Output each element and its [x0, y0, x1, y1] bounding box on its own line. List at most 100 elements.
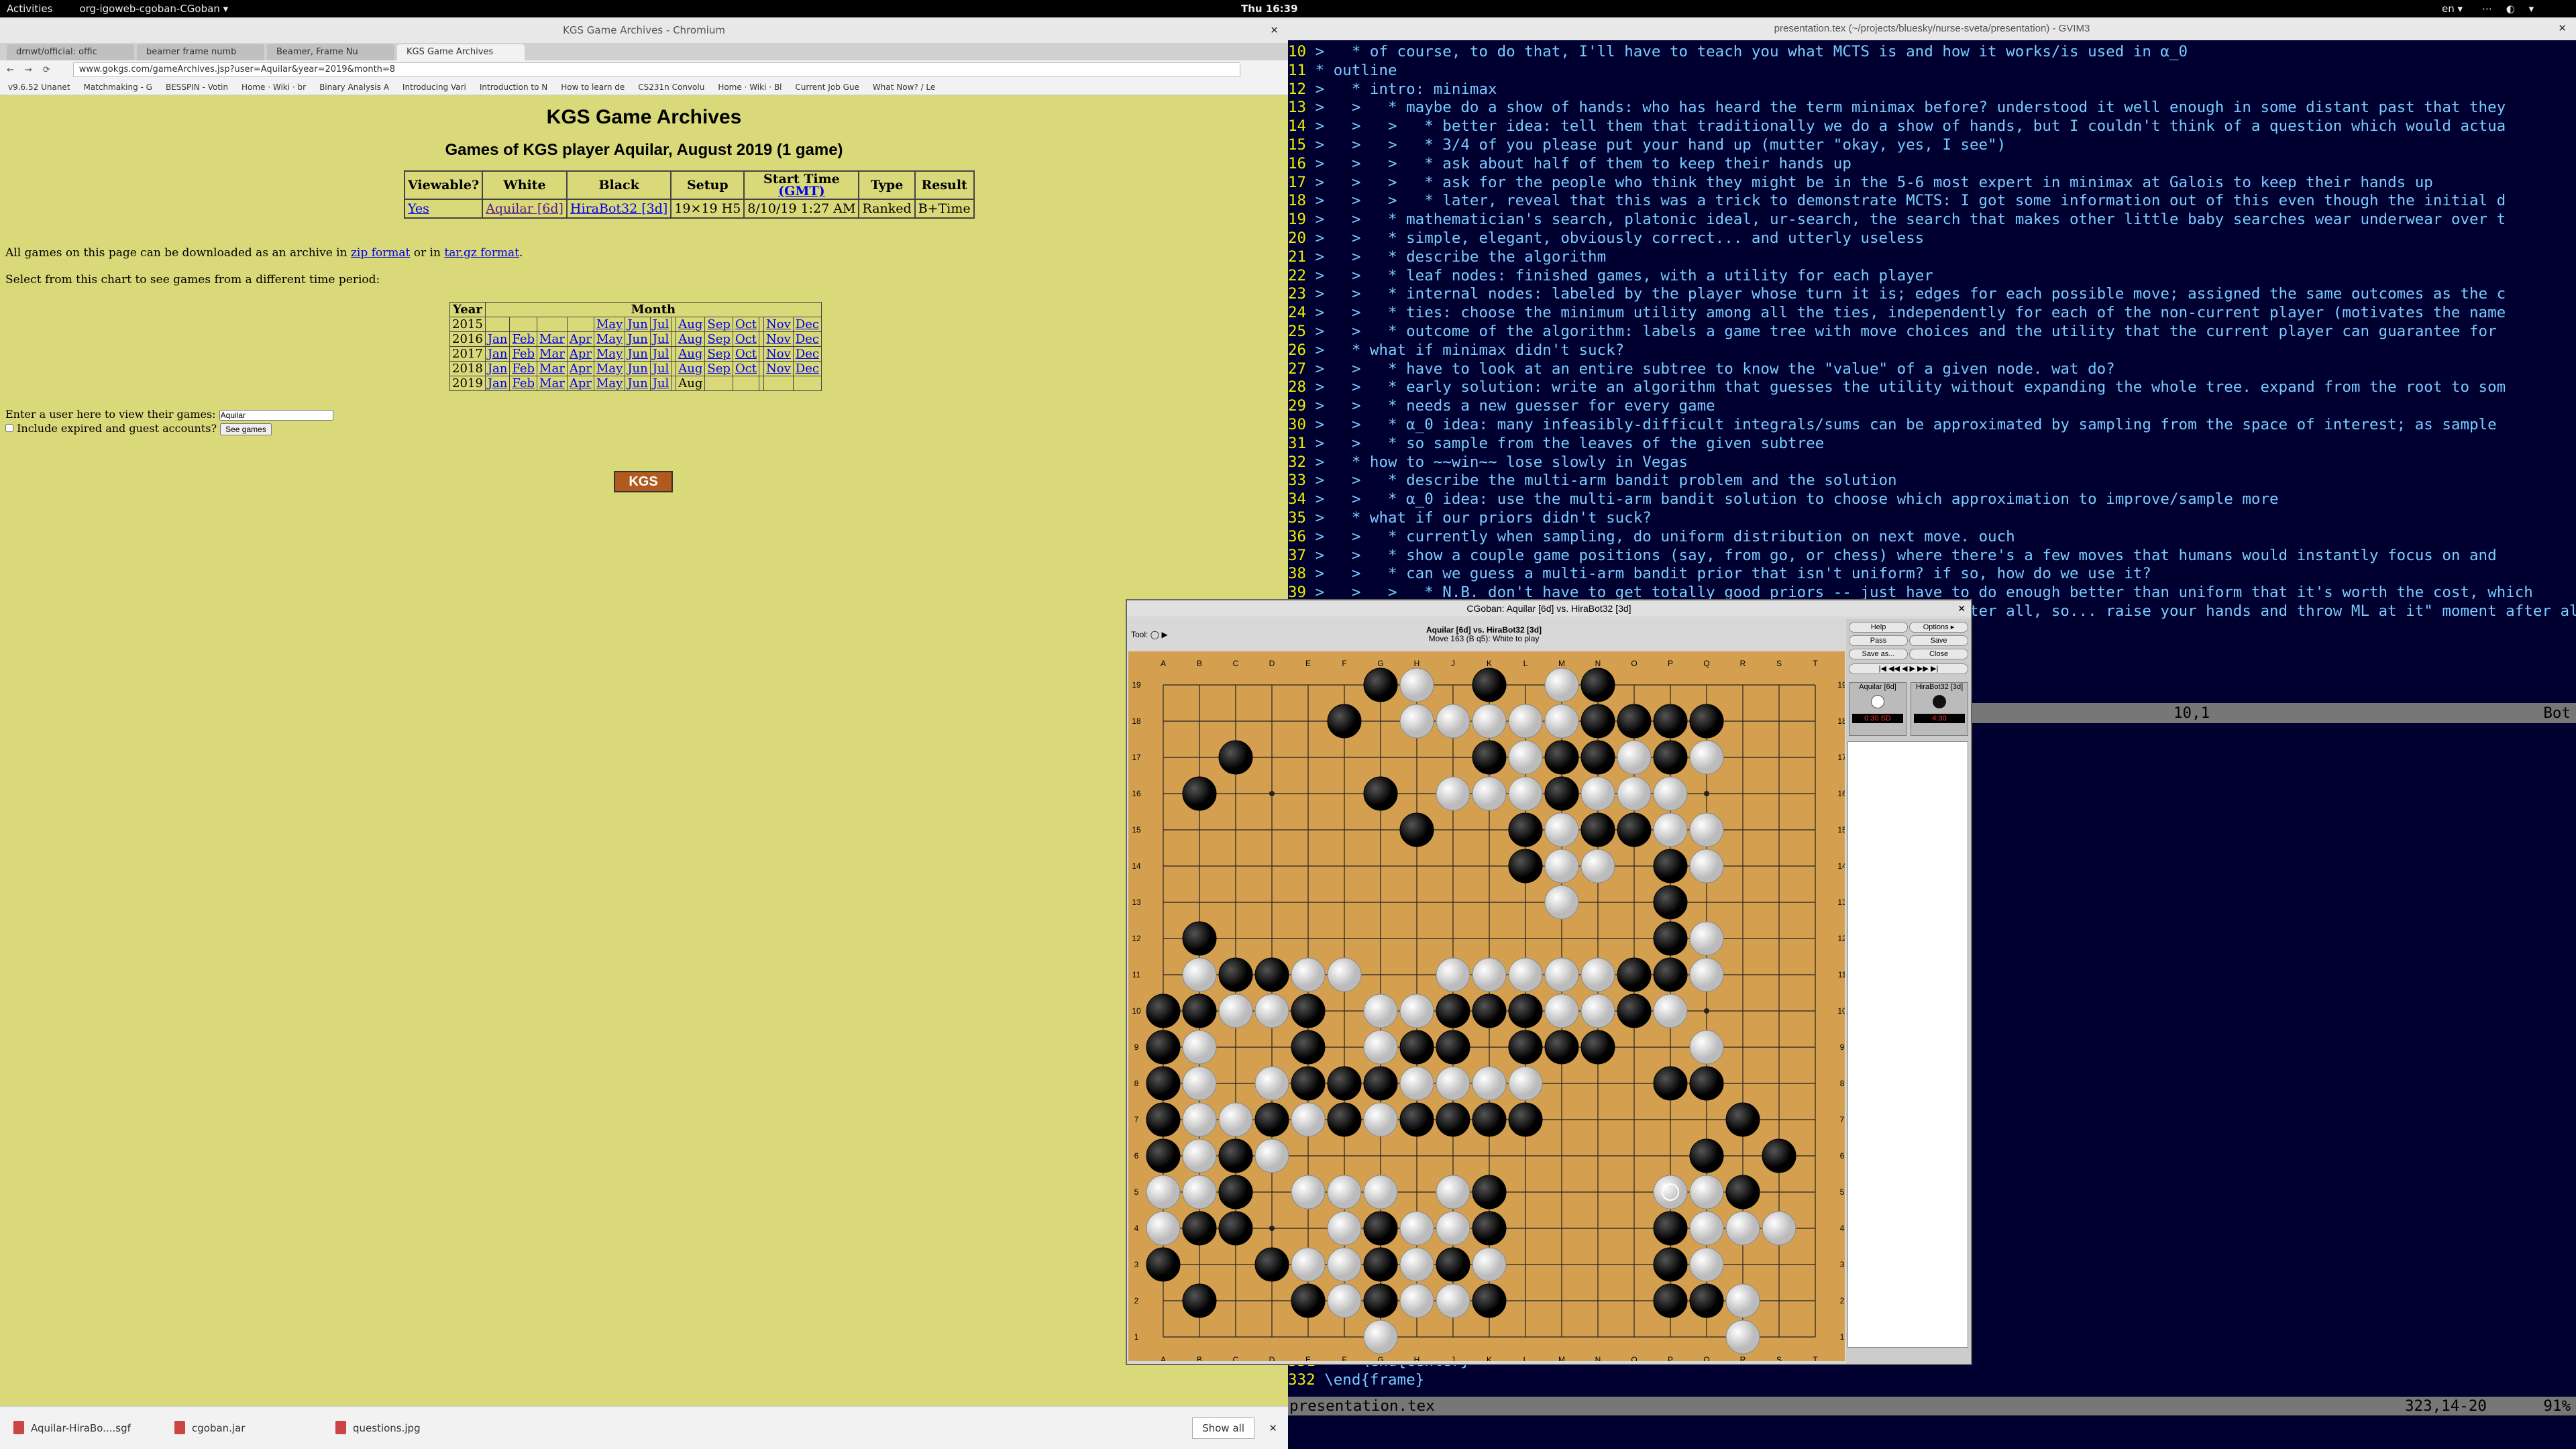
- white-stone[interactable]: [1291, 1247, 1326, 1282]
- black-stone[interactable]: [1508, 812, 1543, 847]
- black-stone[interactable]: [1653, 704, 1688, 739]
- white-stone[interactable]: [1617, 740, 1652, 775]
- white-stone[interactable]: [1146, 1175, 1181, 1210]
- black-stone[interactable]: [1291, 994, 1326, 1028]
- black-stone[interactable]: [1653, 885, 1688, 920]
- white-stone[interactable]: [1291, 1102, 1326, 1137]
- black-stone[interactable]: [1254, 1247, 1289, 1282]
- month-link[interactable]: Mar: [539, 332, 565, 346]
- white-stone[interactable]: [1472, 704, 1507, 739]
- tab-2[interactable]: beamer frame numb: [137, 44, 264, 60]
- month-link[interactable]: Apr: [570, 362, 592, 376]
- month-link[interactable]: Jan: [488, 347, 508, 361]
- bookmark-item[interactable]: Matchmaking - G: [84, 83, 152, 92]
- black-stone[interactable]: [1291, 1030, 1326, 1065]
- black-stone[interactable]: [1653, 740, 1688, 775]
- black-stone[interactable]: [1182, 1283, 1217, 1318]
- white-stone[interactable]: [1689, 812, 1724, 847]
- black-stone[interactable]: [1580, 704, 1615, 739]
- month-link[interactable]: Oct: [735, 362, 757, 376]
- white-stone[interactable]: [1689, 957, 1724, 992]
- bookmark-item[interactable]: v9.6.52 Unanet: [8, 83, 70, 92]
- white-stone[interactable]: [1363, 1320, 1398, 1354]
- black-stone[interactable]: [1218, 1138, 1253, 1173]
- month-link[interactable]: Aug: [678, 332, 702, 346]
- white-stone[interactable]: [1508, 957, 1543, 992]
- bookmark-item[interactable]: Introducing Vari: [402, 83, 466, 92]
- month-link[interactable]: May: [596, 362, 623, 376]
- black-stone[interactable]: [1653, 1283, 1688, 1318]
- black-stone[interactable]: [1689, 1283, 1724, 1318]
- bookmark-item[interactable]: Binary Analysis A: [319, 83, 389, 92]
- white-stone[interactable]: [1436, 776, 1470, 811]
- black-stone[interactable]: [1472, 1102, 1507, 1137]
- black-stone[interactable]: [1399, 1030, 1434, 1065]
- download-item[interactable]: questions.jpg: [335, 1420, 483, 1434]
- app-menu[interactable]: org-igoweb-cgoban-CGoban ▾: [79, 3, 228, 15]
- white-stone[interactable]: [1399, 1066, 1434, 1101]
- month-link[interactable]: Feb: [512, 347, 535, 361]
- black-stone[interactable]: [1580, 740, 1615, 775]
- close-icon[interactable]: ✕: [1270, 17, 1279, 43]
- bookmark-item[interactable]: What Now? / Le: [873, 83, 935, 92]
- black-stone[interactable]: [1399, 1102, 1434, 1137]
- month-link[interactable]: Jan: [488, 376, 508, 390]
- month-link[interactable]: Nov: [766, 347, 791, 361]
- month-link[interactable]: Apr: [570, 332, 592, 346]
- month-link[interactable]: Aug: [678, 317, 702, 331]
- url-bar[interactable]: www.gokgs.com/gameArchives.jsp?user=Aqui…: [72, 62, 1240, 77]
- month-link[interactable]: Sep: [707, 347, 731, 361]
- black-stone[interactable]: [1472, 667, 1507, 702]
- black-stone[interactable]: [1617, 957, 1652, 992]
- bookmark-item[interactable]: Introduction to N: [480, 83, 547, 92]
- white-stone[interactable]: [1725, 1283, 1760, 1318]
- bookmark-item[interactable]: How to learn de: [561, 83, 625, 92]
- clock[interactable]: Thu 16:39: [1241, 3, 1298, 15]
- white-stone[interactable]: [1146, 1211, 1181, 1246]
- white-stone[interactable]: [1544, 885, 1579, 920]
- month-link[interactable]: May: [596, 376, 623, 390]
- bookmark-item[interactable]: BESSPIN - Votin: [166, 83, 228, 92]
- white-stone[interactable]: [1725, 1320, 1760, 1354]
- black-stone[interactable]: [1146, 1138, 1181, 1173]
- include-checkbox[interactable]: [5, 424, 13, 432]
- black-stone[interactable]: [1472, 740, 1507, 775]
- white-stone[interactable]: [1436, 1211, 1470, 1246]
- black-stone[interactable]: [1254, 957, 1289, 992]
- kgs-logo[interactable]: KGS: [614, 471, 673, 492]
- white-stone[interactable]: [1436, 1283, 1470, 1318]
- white-stone[interactable]: [1327, 957, 1362, 992]
- white-stone[interactable]: [1544, 667, 1579, 702]
- month-link[interactable]: Jun: [627, 347, 647, 361]
- black-stone[interactable]: [1254, 1102, 1289, 1137]
- month-link[interactable]: Apr: [570, 376, 592, 390]
- black-stone[interactable]: [1291, 1066, 1326, 1101]
- white-stone[interactable]: [1653, 812, 1688, 847]
- month-link[interactable]: Jul: [653, 347, 669, 361]
- black-stone[interactable]: [1617, 704, 1652, 739]
- black-stone[interactable]: [1580, 667, 1615, 702]
- white-stone[interactable]: [1725, 1211, 1760, 1246]
- black-stone[interactable]: [1617, 812, 1652, 847]
- white-stone[interactable]: [1544, 994, 1579, 1028]
- white-stone[interactable]: [1436, 704, 1470, 739]
- month-link[interactable]: Feb: [512, 376, 535, 390]
- save-button[interactable]: Save: [1909, 635, 1968, 646]
- month-link[interactable]: Nov: [766, 317, 791, 331]
- save-as-button[interactable]: Save as...: [1849, 649, 1908, 659]
- close-icon[interactable]: ✕: [1957, 600, 1966, 616]
- move-nav-controls[interactable]: |◀ ◀◀ ◀ ▶ ▶▶ ▶|: [1849, 663, 1968, 674]
- bookmark-item[interactable]: Home · Wiki · br: [241, 83, 306, 92]
- white-stone[interactable]: [1689, 849, 1724, 883]
- gmt-link[interactable]: (GMT): [778, 184, 824, 199]
- white-player-link[interactable]: Aquilar [6d]: [486, 201, 564, 216]
- download-item[interactable]: Aquilar-HiraBo....sgf: [13, 1420, 161, 1434]
- white-stone[interactable]: [1689, 1211, 1724, 1246]
- white-stone[interactable]: [1327, 1211, 1362, 1246]
- month-link[interactable]: Mar: [539, 347, 565, 361]
- month-link[interactable]: Oct: [735, 347, 757, 361]
- month-link[interactable]: Oct: [735, 317, 757, 331]
- black-stone[interactable]: [1653, 1247, 1688, 1282]
- month-link[interactable]: Jun: [627, 317, 647, 331]
- month-link[interactable]: Jul: [653, 376, 669, 390]
